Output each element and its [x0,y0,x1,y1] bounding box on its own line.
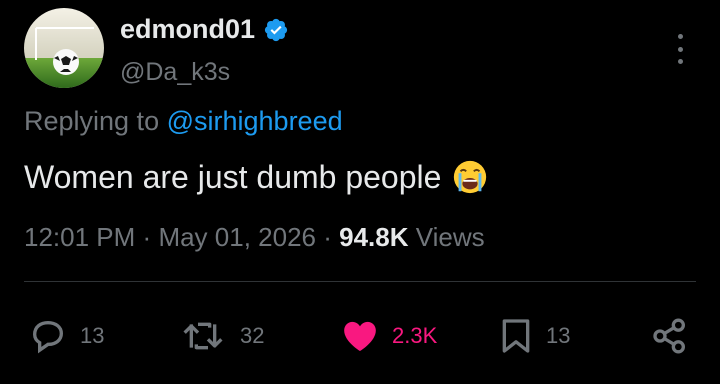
bookmark-button[interactable]: 13 [496,316,570,356]
bookmark-count: 13 [546,323,571,348]
more-options-icon[interactable] [668,34,692,64]
repost-count: 32 [240,323,265,348]
tweet-body: Women are just dumb people [24,158,442,195]
repost-icon [183,322,223,350]
reply-button[interactable]: 13 [26,316,104,356]
reply-mention-link[interactable]: @sirhighbreed [167,106,343,136]
verified-badge-icon [264,18,288,41]
tweet-time[interactable]: 12:01 PM [24,222,135,252]
replying-to: Replying to @sirhighbreed [24,106,343,137]
reply-icon [32,320,64,354]
reply-count: 13 [80,323,105,348]
like-button[interactable]: 2.3K [338,316,437,356]
meta-separator: · [323,222,332,252]
like-count: 2.3K [392,323,438,348]
tweet-meta: 12:01 PM · May 01, 2026 · 94.8K Views [24,222,485,253]
author-name-row[interactable]: edmond01 [120,14,289,45]
author-handle[interactable]: @Da_k3s [120,58,230,87]
soccer-ball-avatar-image [24,8,104,88]
avatar[interactable] [24,8,104,88]
share-button[interactable] [648,316,692,356]
share-icon [653,318,685,354]
heart-filled-icon [344,321,376,351]
loudly-crying-face-icon [454,160,487,194]
replying-to-label: Replying to [24,106,160,136]
display-name[interactable]: edmond01 [120,14,255,45]
views-label: Views [415,222,485,252]
repost-button[interactable]: 32 [176,316,264,356]
views-count: 94.8K [339,222,409,252]
bookmark-icon [502,319,530,353]
tweet-text: Women are just dumb people [24,158,489,196]
tweet-date[interactable]: May 01, 2026 [158,222,316,252]
divider [24,281,696,282]
meta-separator: · [142,222,152,252]
